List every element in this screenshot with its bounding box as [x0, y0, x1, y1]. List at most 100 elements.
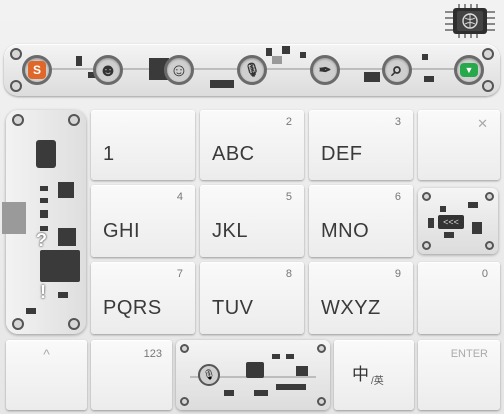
emoji-icon: ☻ [98, 59, 118, 80]
backspace-icon: <<< [438, 215, 464, 229]
screw [485, 241, 494, 250]
key-label: MNO [321, 220, 370, 242]
key-label: GHI [103, 220, 141, 242]
screw [180, 344, 189, 353]
key-label: PQRS [103, 297, 162, 319]
key-tuv[interactable]: TUV 8 [200, 262, 304, 334]
key-sublabel: /英 [371, 376, 384, 387]
key-label: 中 [352, 365, 369, 384]
key-label: 1 [103, 143, 115, 165]
smd-part [444, 232, 454, 238]
key-jkl[interactable]: JKL 5 [200, 185, 304, 257]
key-label: WXYZ [321, 297, 381, 319]
key-1[interactable]: 1 [91, 110, 195, 180]
key-digit: 7 [176, 268, 183, 280]
smd-part [272, 56, 282, 64]
symbol-side-panel[interactable]: ? ! [2, 110, 86, 334]
smd-part [424, 76, 434, 82]
screw [68, 318, 80, 330]
chevron-down-icon: ▼ [460, 63, 478, 77]
key-digit: 4 [176, 191, 183, 203]
smd-part [272, 354, 280, 359]
screw [12, 114, 24, 126]
collapse-keyboard-button[interactable]: ▼ [454, 55, 484, 85]
smd-part [276, 384, 306, 390]
key-digit: 2 [285, 116, 292, 128]
screw [482, 48, 494, 60]
screw [12, 318, 24, 330]
key-pqrs[interactable]: PQRS 7 [91, 262, 195, 334]
smd-part [76, 56, 82, 66]
screw [317, 344, 326, 353]
smd-part [300, 52, 306, 58]
shift-key[interactable]: ^ [6, 340, 87, 410]
enter-key[interactable]: ENTER [418, 340, 500, 410]
screw [482, 80, 494, 92]
smd-part [210, 80, 234, 88]
key-label: ENTER [450, 348, 488, 360]
voice-button[interactable]: 🎙 [237, 55, 267, 85]
smd-part [40, 210, 48, 218]
smd-part [40, 186, 48, 191]
smd-part [296, 366, 308, 376]
screw [10, 48, 22, 60]
feather-pen-icon: ✒ [318, 62, 332, 79]
search-button[interactable]: ⌕ [382, 55, 412, 85]
exclamation-symbol[interactable]: ! [40, 282, 46, 303]
screw [422, 241, 431, 250]
key-label: 123 [143, 348, 162, 360]
number-mode-key[interactable]: 123 [91, 340, 172, 410]
chip [58, 228, 76, 246]
backspace-key[interactable]: <<< [418, 188, 498, 254]
close-icon: ✕ [477, 116, 488, 131]
smd-part [254, 390, 268, 396]
smd-part [428, 218, 434, 228]
chip [40, 250, 80, 282]
smd-part [282, 46, 290, 54]
key-label: JKL [212, 220, 248, 242]
key-digit: 0 [481, 268, 488, 280]
chip [246, 362, 264, 378]
search-icon: ⌕ [391, 58, 403, 81]
smd-part [224, 390, 234, 396]
smd-part [266, 48, 272, 56]
key-label: DEF [321, 143, 363, 165]
screw [317, 397, 326, 406]
space-key[interactable]: 🎙 [176, 340, 330, 410]
screw [180, 397, 189, 406]
key-label: ABC [212, 143, 255, 165]
key-digit: 5 [285, 191, 292, 203]
keyboard: S ☻ ☺ 🎙 ✒ ⌕ ▼ ? ! 1 ABC 2 DEF 3 ✕ GHI 4 … [0, 0, 504, 414]
smd-part [472, 222, 482, 234]
key-0[interactable]: 0 [418, 262, 500, 334]
sticker-icon: ☺ [169, 59, 189, 80]
smd-part [26, 308, 36, 314]
logo-button[interactable]: S [22, 55, 52, 85]
key-digit: 9 [394, 268, 401, 280]
chip [36, 140, 56, 168]
key-ghi[interactable]: GHI 4 [91, 185, 195, 257]
emoji-button[interactable]: ☻ [93, 55, 123, 85]
key-abc[interactable]: ABC 2 [200, 110, 304, 180]
handwriting-button[interactable]: ✒ [310, 55, 340, 85]
connector [2, 202, 26, 234]
smd-part [286, 354, 294, 359]
key-digit: 8 [285, 268, 292, 280]
microphone-icon: 🎙 [198, 364, 220, 386]
question-mark-symbol[interactable]: ? [36, 230, 47, 251]
chevron-up-icon: ^ [43, 346, 50, 362]
smd-part [422, 54, 428, 60]
microphone-icon: 🎙 [243, 62, 261, 77]
key-clear[interactable]: ✕ [418, 110, 500, 180]
smd-part [440, 206, 446, 212]
language-switch-key[interactable]: 中 /英 [334, 340, 414, 410]
screw [68, 114, 80, 126]
key-def[interactable]: DEF 3 [309, 110, 413, 180]
key-mno[interactable]: MNO 6 [309, 185, 413, 257]
smd-part [468, 202, 478, 208]
key-label: TUV [212, 297, 254, 319]
chip [58, 182, 74, 198]
sticker-button[interactable]: ☺ [164, 55, 194, 85]
brain-chip-icon [445, 4, 495, 38]
key-wxyz[interactable]: WXYZ 9 [309, 262, 413, 334]
